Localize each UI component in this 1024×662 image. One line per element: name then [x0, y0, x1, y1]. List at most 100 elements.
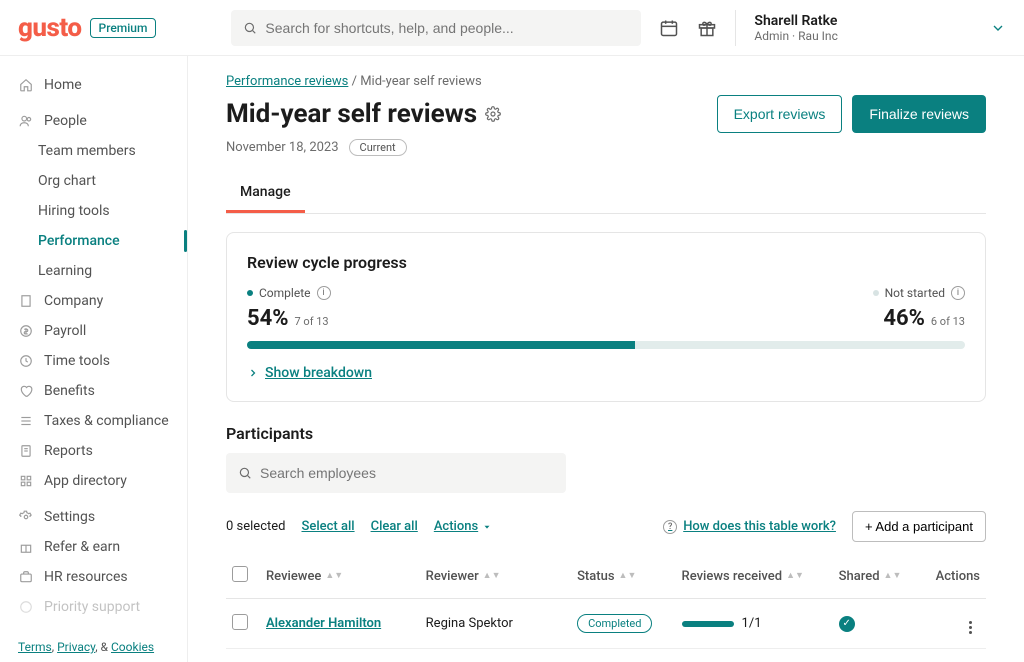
employee-search[interactable]	[226, 453, 566, 493]
participants-title: Participants	[226, 424, 986, 443]
sidebar-item-people[interactable]: People	[0, 106, 187, 136]
selected-count: 0 selected	[226, 519, 285, 534]
status-pill: Completed	[577, 614, 652, 633]
table-row: Alexander Hamilton Regina Spektor Complete…	[226, 599, 986, 649]
participants-table: Reviewee▲▼ Reviewer▲▼ Status▲▼ Reviews r…	[226, 554, 986, 662]
user-menu[interactable]: Sharell Ratke Admin · Rau Inc	[754, 13, 837, 43]
user-role: Admin · Rau Inc	[754, 29, 837, 43]
sidebar-item-app-directory[interactable]: App directory	[0, 466, 187, 496]
sidebar-item-label: People	[44, 113, 87, 129]
sidebar-item-label: Refer & earn	[44, 539, 120, 555]
gift-icon	[18, 540, 34, 554]
sidebar-item-priority[interactable]: Priority support	[0, 592, 187, 622]
sidebar-item-team-members[interactable]: Team members	[0, 136, 187, 166]
breadcrumb: Performance reviews / Mid-year self revi…	[226, 74, 986, 89]
sidebar-item-label: Hiring tools	[38, 203, 110, 219]
sidebar-item-label: Settings	[44, 509, 95, 525]
sidebar-item-label: Time tools	[44, 353, 110, 369]
sidebar-item-label: Payroll	[44, 323, 86, 339]
sidebar-item-learning[interactable]: Learning	[0, 256, 187, 286]
finalize-reviews-button[interactable]: Finalize reviews	[852, 95, 986, 133]
received-fraction: 1/1	[742, 616, 762, 631]
sort-icon: ▲▼	[786, 573, 804, 579]
gear-icon[interactable]	[485, 106, 501, 122]
sidebar-item-payroll[interactable]: Payroll	[0, 316, 187, 346]
col-reviews-received[interactable]: Reviews received▲▼	[676, 554, 833, 599]
gift-icon[interactable]	[697, 18, 717, 38]
col-shared[interactable]: Shared▲▼	[833, 554, 920, 599]
progress-title: Review cycle progress	[247, 253, 965, 272]
sidebar-item-benefits[interactable]: Benefits	[0, 376, 187, 406]
row-checkbox[interactable]	[232, 614, 248, 630]
home-icon	[18, 78, 34, 92]
building-icon	[18, 294, 34, 308]
breadcrumb-root[interactable]: Performance reviews	[226, 74, 348, 89]
reviewer-cell: Regina Spektor	[420, 599, 571, 649]
privacy-link[interactable]: Privacy	[57, 640, 95, 654]
support-icon	[18, 600, 34, 614]
sort-icon: ▲▼	[884, 573, 902, 579]
sidebar-item-label: Taxes & compliance	[44, 413, 169, 429]
add-participant-button[interactable]: + Add a participant	[852, 511, 986, 542]
calendar-icon[interactable]	[659, 18, 679, 38]
sidebar-item-org-chart[interactable]: Org chart	[0, 166, 187, 196]
sidebar-item-settings[interactable]: Settings	[0, 502, 187, 532]
page-date: November 18, 2023	[226, 140, 339, 155]
progress-bar	[247, 341, 965, 349]
select-all-link[interactable]: Select all	[301, 519, 354, 534]
row-actions-menu[interactable]	[960, 621, 980, 634]
search-icon	[243, 21, 257, 35]
global-search[interactable]	[231, 10, 641, 46]
user-name: Sharell Ratke	[754, 13, 837, 29]
actions-dropdown[interactable]: Actions	[434, 519, 492, 534]
sidebar-item-taxes[interactable]: Taxes & compliance	[0, 406, 187, 436]
sidebar-item-label: Reports	[44, 443, 93, 459]
export-reviews-button[interactable]: Export reviews	[717, 95, 843, 133]
participants-toolbar: 0 selected Select all Clear all Actions …	[226, 511, 986, 542]
progress-card: Review cycle progress Complete i Not star…	[226, 232, 986, 402]
info-icon[interactable]: i	[317, 286, 331, 300]
show-breakdown-link[interactable]: Show breakdown	[247, 365, 965, 381]
sidebar-item-refer[interactable]: Refer & earn	[0, 532, 187, 562]
sidebar-item-hiring-tools[interactable]: Hiring tools	[0, 196, 187, 226]
dot-icon	[247, 290, 253, 296]
tab-manage[interactable]: Manage	[226, 174, 305, 213]
search-icon	[238, 466, 252, 480]
info-icon[interactable]: i	[951, 286, 965, 300]
sort-icon: ▲▼	[325, 573, 343, 579]
clock-icon	[18, 354, 34, 368]
col-reviewee[interactable]: Reviewee▲▼	[260, 554, 420, 599]
sidebar-item-label: Performance	[38, 233, 120, 249]
help-icon: ?	[663, 520, 677, 534]
sidebar-item-hr-resources[interactable]: HR resources	[0, 562, 187, 592]
reviewee-link[interactable]: Alexander Hamilton	[266, 616, 381, 631]
col-reviewer[interactable]: Reviewer▲▼	[420, 554, 571, 599]
sidebar-item-label: App directory	[44, 473, 127, 489]
dollar-icon	[18, 324, 34, 338]
reviewer-cell: Ludwig Wittgenstein	[420, 649, 571, 662]
chevron-down-icon[interactable]	[990, 20, 1006, 36]
cookies-link[interactable]: Cookies	[111, 640, 154, 654]
sidebar-item-company[interactable]: Company	[0, 286, 187, 316]
not-started-label: Not started	[885, 286, 945, 300]
page-title: Mid-year self reviews	[226, 99, 477, 129]
global-search-input[interactable]	[265, 20, 629, 36]
caret-down-icon	[482, 522, 492, 532]
sidebar-item-time-tools[interactable]: Time tools	[0, 346, 187, 376]
sidebar-item-label: HR resources	[44, 569, 128, 585]
terms-link[interactable]: Terms	[18, 640, 52, 654]
col-actions: Actions	[920, 554, 986, 599]
employee-search-input[interactable]	[260, 465, 554, 481]
mini-progress-bar	[682, 621, 734, 627]
help-link[interactable]: ?How does this table work?	[663, 519, 836, 534]
sidebar-item-reports[interactable]: Reports	[0, 436, 187, 466]
complete-label: Complete	[259, 286, 311, 300]
progress-bar-fill	[247, 341, 635, 349]
clear-all-link[interactable]: Clear all	[371, 519, 418, 534]
gear-icon	[18, 510, 34, 524]
sidebar-item-home[interactable]: Home	[0, 70, 187, 100]
sidebar-item-performance[interactable]: Performance	[0, 226, 187, 256]
select-all-checkbox[interactable]	[232, 566, 248, 582]
briefcase-icon	[18, 570, 34, 584]
col-status[interactable]: Status▲▼	[571, 554, 675, 599]
